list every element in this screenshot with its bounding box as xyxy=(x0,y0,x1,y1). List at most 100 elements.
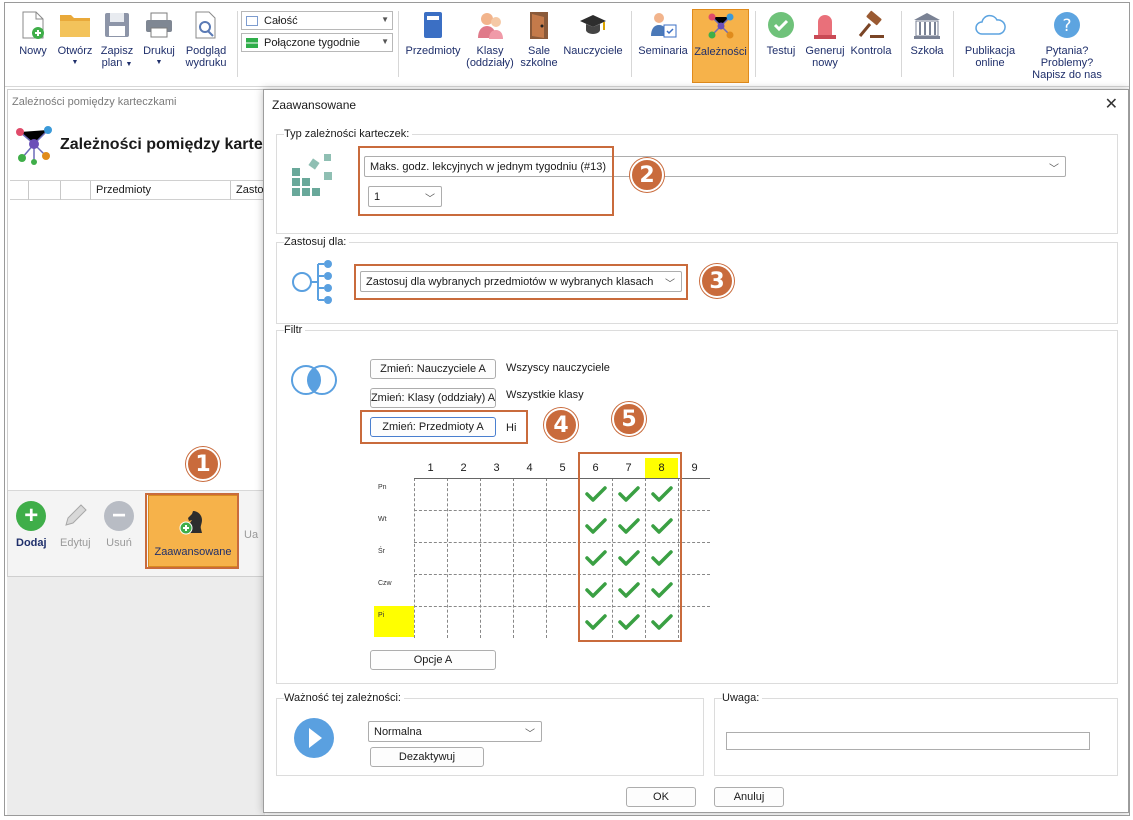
schedule-column-header[interactable]: 4 xyxy=(513,458,546,478)
note-input[interactable] xyxy=(726,732,1090,750)
preview-label-1: Podgląd xyxy=(185,45,227,57)
venn-icon xyxy=(288,362,340,401)
classes-label-2: (oddziały) xyxy=(466,57,514,69)
schedule-cell[interactable] xyxy=(447,574,480,605)
cut-off-button[interactable]: Ua xyxy=(244,529,258,541)
test-button[interactable]: Testuj xyxy=(761,9,801,83)
chevron-down-icon: ▼ xyxy=(381,37,389,46)
delete-label: Usuń xyxy=(106,537,132,549)
schedule-cell[interactable] xyxy=(447,606,480,637)
school-button[interactable]: Szkoła xyxy=(907,9,947,83)
advanced-dialog: Zaawansowane ✕ Typ zależności karteczek:… xyxy=(263,89,1129,813)
schedule-cell[interactable] xyxy=(678,574,711,605)
schedule-column-header[interactable]: 3 xyxy=(480,458,513,478)
type-group-label: Typ zależności karteczek: xyxy=(284,128,413,140)
schedule-cell[interactable] xyxy=(513,542,546,573)
classes-button[interactable]: Klasy (oddziały) xyxy=(465,9,515,83)
add-button[interactable]: + Dodaj xyxy=(16,501,47,549)
empty-workspace xyxy=(7,577,265,815)
schedule-row-header[interactable]: Czw xyxy=(374,574,414,605)
schedule-cell[interactable] xyxy=(480,478,513,509)
schedule-cell[interactable] xyxy=(414,510,447,541)
schedule-row-header[interactable]: Pi xyxy=(374,606,414,637)
annotation-box-3 xyxy=(354,264,688,300)
schedule-cell[interactable] xyxy=(546,478,579,509)
schedule-cell[interactable] xyxy=(513,606,546,637)
annotation-badge-4: 4 xyxy=(544,408,578,442)
subjects-button[interactable]: Przedmioty xyxy=(403,9,463,83)
schedule-row-header[interactable]: Śr xyxy=(374,542,414,573)
schedule-cell[interactable] xyxy=(480,542,513,573)
control-button[interactable]: Kontrola xyxy=(847,9,895,83)
cancel-button[interactable]: Anuluj xyxy=(714,787,784,807)
new-file-icon xyxy=(17,9,49,41)
close-icon[interactable]: ✕ xyxy=(1105,94,1118,114)
toolbar-separator xyxy=(755,11,756,77)
options-button[interactable]: Opcje A xyxy=(370,650,496,670)
toolbar: Nowy Otwórz ▼ Zapisz plan ▼ Drukuj ▼ Pod… xyxy=(5,3,1129,87)
rooms-button[interactable]: Sale szkolne xyxy=(517,9,561,83)
open-button[interactable]: Otwórz ▼ xyxy=(55,9,95,83)
help-button[interactable]: ? Pytania? Problemy? Napisz do nas xyxy=(1021,9,1113,83)
schedule-cell[interactable] xyxy=(480,510,513,541)
schedule-cell[interactable] xyxy=(513,574,546,605)
importance-select[interactable]: Normalna ﹀ xyxy=(368,721,542,742)
annotation-badge-3: 3 xyxy=(700,264,734,298)
schedule-cell[interactable] xyxy=(546,574,579,605)
schedule-column-header[interactable]: 9 xyxy=(678,458,711,478)
schedule-cell[interactable] xyxy=(447,542,480,573)
schedule-cell[interactable] xyxy=(513,478,546,509)
schedule-cell[interactable] xyxy=(447,510,480,541)
toolbar-separator xyxy=(237,11,238,77)
schedule-cell[interactable] xyxy=(480,606,513,637)
cut-off-label: Ua xyxy=(244,529,259,541)
column-header-apply[interactable]: Zasto xyxy=(236,184,264,196)
deactivate-button[interactable]: Dezaktywuj xyxy=(370,747,484,767)
change-classes-button[interactable]: Zmień: Klasy (oddziały) A xyxy=(370,388,496,408)
schedule-row-header[interactable]: Pn xyxy=(374,478,414,509)
generate-button[interactable]: Generuj nowy xyxy=(803,9,847,83)
weeks-combo[interactable]: Połączone tygodnie ▼ xyxy=(241,33,393,52)
schedule-cell[interactable] xyxy=(414,542,447,573)
teachers-button[interactable]: Nauczyciele xyxy=(561,9,625,83)
classes-filter-value: Wszystkie klasy xyxy=(506,389,584,401)
print-button[interactable]: Drukuj ▼ xyxy=(139,9,179,83)
relations-label: Zależności xyxy=(694,46,747,58)
delete-button[interactable]: − Usuń xyxy=(104,501,134,549)
schedule-cell[interactable] xyxy=(546,510,579,541)
schedule-column-header[interactable]: 1 xyxy=(414,458,447,478)
book-icon xyxy=(417,9,449,41)
print-preview-button[interactable]: Podgląd wydruku xyxy=(181,9,231,83)
save-button[interactable]: Zapisz plan ▼ xyxy=(97,9,137,83)
weeks-icon xyxy=(246,37,258,48)
new-button[interactable]: Nowy xyxy=(13,9,53,83)
chevron-down-icon: ﹀ xyxy=(525,729,535,740)
schedule-cell[interactable] xyxy=(414,574,447,605)
chevron-down-icon: ﹀ xyxy=(1049,164,1059,175)
save-label-2: plan ▼ xyxy=(102,57,133,71)
schedule-cell[interactable] xyxy=(678,478,711,509)
relations-button[interactable]: Zależności xyxy=(692,9,749,83)
change-teachers-button[interactable]: Zmień: Nauczyciele A xyxy=(370,359,496,379)
toolbar-separator xyxy=(631,11,632,77)
schedule-cell[interactable] xyxy=(546,606,579,637)
column-header-subjects[interactable]: Przedmioty xyxy=(96,184,151,196)
save-label-1: Zapisz xyxy=(100,45,134,57)
schedule-cell[interactable] xyxy=(678,542,711,573)
schedule-cell[interactable] xyxy=(414,606,447,637)
schedule-column-header[interactable]: 2 xyxy=(447,458,480,478)
publish-button[interactable]: Publikacja online xyxy=(959,9,1021,83)
scope-combo[interactable]: Całość ▼ xyxy=(241,11,393,30)
seminars-button[interactable]: Seminaria xyxy=(635,9,691,83)
schedule-cell[interactable] xyxy=(513,510,546,541)
schedule-cell[interactable] xyxy=(480,574,513,605)
schedule-cell[interactable] xyxy=(447,478,480,509)
edit-button[interactable]: Edytuj xyxy=(60,501,91,549)
schedule-cell[interactable] xyxy=(678,606,711,637)
schedule-column-header[interactable]: 5 xyxy=(546,458,579,478)
schedule-row-header[interactable]: Wt xyxy=(374,510,414,541)
ok-button[interactable]: OK xyxy=(626,787,696,807)
schedule-cell[interactable] xyxy=(414,478,447,509)
schedule-cell[interactable] xyxy=(546,542,579,573)
schedule-cell[interactable] xyxy=(678,510,711,541)
